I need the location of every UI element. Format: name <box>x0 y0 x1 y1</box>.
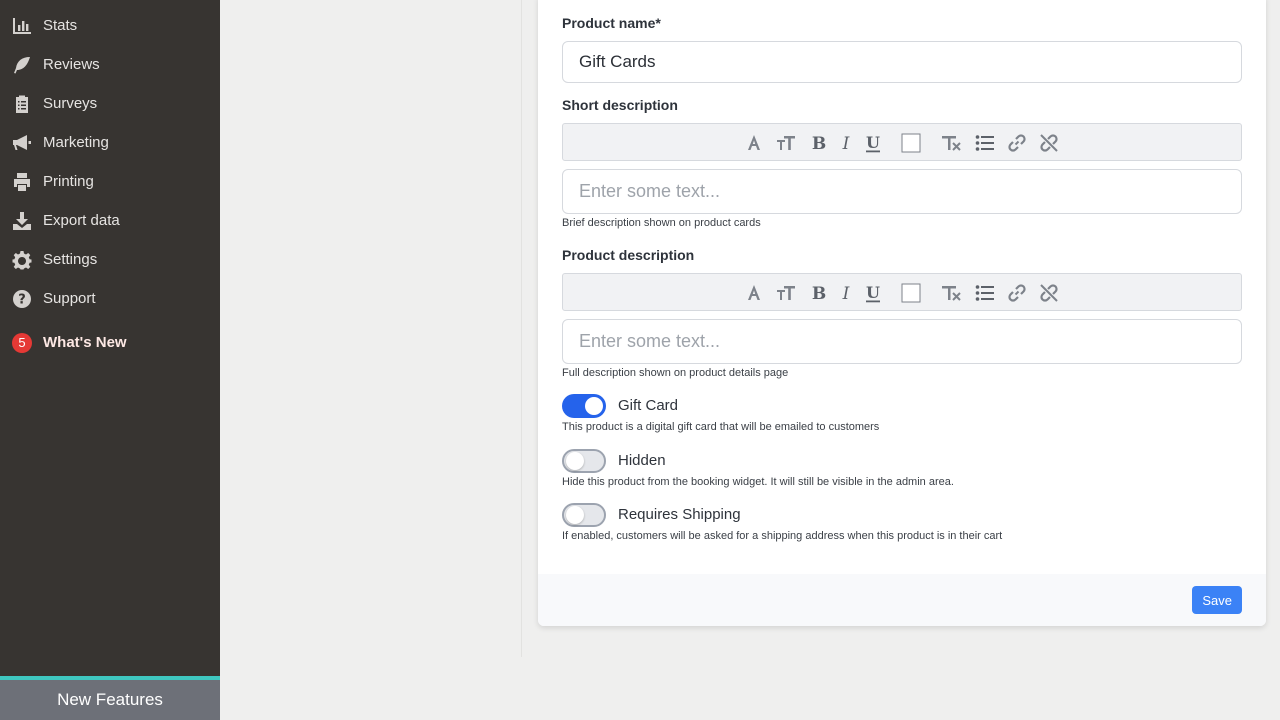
link-icon[interactable] <box>1006 282 1028 304</box>
requires-shipping-help: If enabled, customers will be asked for … <box>562 530 1003 542</box>
font-color-icon[interactable] <box>743 132 765 154</box>
font-color-icon[interactable] <box>743 282 765 304</box>
gift-card-help: This product is a digital gift card that… <box>562 421 880 433</box>
gift-card-label: Gift Card <box>618 397 679 414</box>
requires-shipping-toggle[interactable] <box>562 503 606 527</box>
bullet-list-icon[interactable] <box>974 282 996 304</box>
sidebar-item-label: Stats <box>43 17 78 34</box>
italic-icon[interactable]: I <box>835 282 857 304</box>
sidebar-item-marketing[interactable]: Marketing <box>0 123 220 162</box>
sidebar-item-label: Export data <box>43 212 120 229</box>
clear-format-icon[interactable] <box>940 132 962 154</box>
product-name-input[interactable]: Gift Cards <box>562 41 1242 83</box>
svg-text:I: I <box>842 284 850 303</box>
short-description-label: Short description <box>562 97 678 113</box>
underline-icon[interactable]: U <box>862 132 884 154</box>
save-button[interactable]: Save <box>1192 586 1242 614</box>
question-circle-icon: ? <box>12 289 32 309</box>
sidebar: Stats Reviews Surveys Marketing Printing… <box>0 0 220 720</box>
gear-icon <box>12 250 32 270</box>
sidebar-item-settings[interactable]: Settings <box>0 240 220 279</box>
new-features-button[interactable]: New Features <box>0 676 220 720</box>
hidden-label: Hidden <box>618 452 666 469</box>
sidebar-item-printing[interactable]: Printing <box>0 162 220 201</box>
product-description-toolbar: B I U <box>562 273 1242 311</box>
svg-text:?: ? <box>18 292 26 307</box>
short-description-editor[interactable]: Enter some text... <box>562 169 1242 214</box>
sidebar-item-support[interactable]: ? Support <box>0 279 220 318</box>
unlink-icon[interactable] <box>1038 282 1060 304</box>
divider <box>521 0 522 657</box>
italic-icon[interactable]: I <box>835 132 857 154</box>
sidebar-item-stats[interactable]: Stats <box>0 6 220 45</box>
background-color-icon[interactable] <box>900 132 922 154</box>
bold-icon[interactable]: B <box>808 282 830 304</box>
bullet-list-icon[interactable] <box>974 132 996 154</box>
sidebar-item-label: Surveys <box>43 95 98 112</box>
sidebar-item-label: Settings <box>43 251 98 268</box>
font-size-icon[interactable] <box>775 282 797 304</box>
sidebar-item-label: What's New <box>43 334 127 351</box>
short-description-toolbar: B I U <box>562 123 1242 161</box>
product-form-card: Product name* Gift Cards Short descripti… <box>538 0 1266 626</box>
clipboard-icon <box>12 94 32 114</box>
sidebar-item-label: Printing <box>43 173 94 190</box>
underline-icon[interactable]: U <box>862 282 884 304</box>
sidebar-item-whats-new[interactable]: 5 What's New <box>0 323 220 362</box>
product-description-label: Product description <box>562 247 695 263</box>
background-color-icon[interactable] <box>900 282 922 304</box>
link-icon[interactable] <box>1006 132 1028 154</box>
svg-text:B: B <box>812 134 826 153</box>
notification-badge: 5 <box>12 332 32 353</box>
hidden-help: Hide this product from the booking widge… <box>562 476 954 488</box>
sidebar-item-export-data[interactable]: Export data <box>0 201 220 240</box>
short-description-help: Brief description shown on product cards <box>562 217 761 229</box>
unlink-icon[interactable] <box>1038 132 1060 154</box>
toggle-knob <box>566 452 584 470</box>
sidebar-item-reviews[interactable]: Reviews <box>0 45 220 84</box>
product-description-editor[interactable]: Enter some text... <box>562 319 1242 364</box>
product-description-help: Full description shown on product detail… <box>562 367 789 379</box>
sidebar-item-label: Reviews <box>43 56 100 73</box>
font-size-icon[interactable] <box>775 132 797 154</box>
sidebar-item-label: Marketing <box>43 134 109 151</box>
sidebar-item-label: Support <box>43 290 96 307</box>
svg-text:U: U <box>866 283 880 302</box>
megaphone-icon <box>12 133 32 153</box>
toggle-knob <box>585 397 603 415</box>
svg-text:B: B <box>812 284 826 303</box>
printer-icon <box>12 172 32 192</box>
main-content: Product name* Gift Cards Short descripti… <box>220 0 1280 720</box>
gift-card-toggle[interactable] <box>562 394 606 418</box>
sidebar-item-surveys[interactable]: Surveys <box>0 84 220 123</box>
clear-format-icon[interactable] <box>940 282 962 304</box>
product-name-label: Product name* <box>562 15 661 31</box>
card-footer: Save <box>538 574 1266 626</box>
bold-icon[interactable]: B <box>808 132 830 154</box>
requires-shipping-label: Requires Shipping <box>618 506 741 523</box>
svg-text:U: U <box>866 133 880 152</box>
toggle-knob <box>566 506 584 524</box>
hidden-toggle[interactable] <box>562 449 606 473</box>
download-icon <box>12 211 32 231</box>
svg-text:I: I <box>842 134 850 153</box>
feather-icon <box>12 55 32 75</box>
bar-chart-icon <box>12 16 32 36</box>
